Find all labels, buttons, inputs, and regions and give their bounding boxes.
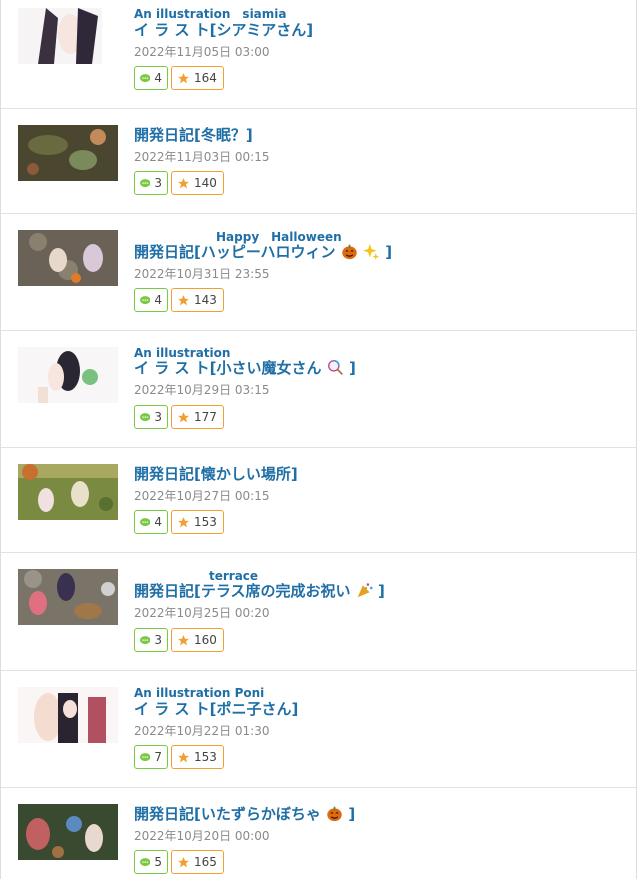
- favorite-count-badge[interactable]: 164: [171, 66, 224, 90]
- pumpkin-icon: [327, 806, 342, 822]
- post-date: 2022年10月22日 01:30: [134, 724, 270, 738]
- lollipop-icon: [327, 359, 343, 375]
- comment-count: 7: [154, 750, 162, 764]
- post-date: 2022年10月31日 23:55: [134, 267, 270, 281]
- comment-icon: [140, 295, 151, 304]
- comment-count-badge[interactable]: 3: [134, 405, 168, 429]
- pumpkin-icon: [342, 244, 357, 260]
- title-ruby: An illustration Poni: [134, 686, 265, 700]
- list-item: 開発日記[懐かしい場所] 2022年10月27日 00:15 4 153: [1, 448, 636, 553]
- post-title[interactable]: イ ラ ス ト[小さい魔女さん ]: [134, 359, 356, 377]
- favorite-count: 164: [194, 71, 217, 85]
- title-close-bracket[interactable]: ]: [385, 243, 392, 261]
- favorite-count: 140: [194, 176, 217, 190]
- favorite-count: 143: [194, 293, 217, 307]
- post-thumbnail[interactable]: [18, 230, 118, 286]
- comment-icon: [140, 178, 151, 187]
- comment-count: 4: [154, 515, 162, 529]
- list-item: 開発日記[冬眠？] 2022年11月03日 00:15 3 140: [1, 109, 636, 214]
- comment-count-badge[interactable]: 4: [134, 288, 168, 312]
- title-close-bracket[interactable]: ]: [349, 359, 356, 377]
- comment-count-badge[interactable]: 4: [134, 66, 168, 90]
- comment-count: 3: [154, 633, 162, 647]
- comment-count-badge[interactable]: 3: [134, 171, 168, 195]
- star-icon: [178, 294, 189, 305]
- post-title-link[interactable]: 開発日記[懐かしい場所]: [134, 465, 298, 483]
- favorite-count: 153: [194, 750, 217, 764]
- post-title-link[interactable]: 開発日記[テラス席の完成お祝い: [134, 582, 351, 600]
- post-thumbnail[interactable]: [18, 687, 118, 743]
- favorite-count-badge[interactable]: 153: [171, 510, 224, 534]
- comment-count-badge[interactable]: 4: [134, 510, 168, 534]
- post-title-link[interactable]: 開発日記[いたずらかぼちゃ: [134, 805, 321, 823]
- post-title[interactable]: 開発日記[ハッピーハロウィン ]: [134, 243, 392, 261]
- list-item: An illustration イ ラ ス ト[小さい魔女さん ] 2022年1…: [1, 331, 636, 448]
- post-title-link[interactable]: 開発日記[冬眠？]: [134, 126, 253, 144]
- post-title[interactable]: 開発日記[テラス席の完成お祝い ]: [134, 582, 385, 600]
- list-item: Happy Halloween 開発日記[ハッピーハロウィン ] 2022年10…: [1, 214, 636, 331]
- star-icon: [178, 856, 189, 867]
- star-icon: [178, 411, 189, 422]
- comment-icon: [140, 73, 151, 82]
- comment-count: 4: [154, 71, 162, 85]
- favorite-count: 177: [194, 410, 217, 424]
- post-date: 2022年10月27日 00:15: [134, 489, 270, 503]
- comment-count: 4: [154, 293, 162, 307]
- comment-icon: [140, 412, 151, 421]
- post-title-link[interactable]: イ ラ ス ト[ポニ子さん]: [134, 700, 298, 718]
- favorite-count: 160: [194, 633, 217, 647]
- comment-count-badge[interactable]: 3: [134, 628, 168, 652]
- comment-count: 3: [154, 176, 162, 190]
- post-title[interactable]: 開発日記[いたずらかぼちゃ ]: [134, 805, 355, 823]
- favorite-count-badge[interactable]: 160: [171, 628, 224, 652]
- star-icon: [178, 177, 189, 188]
- post-title-link[interactable]: イ ラ ス ト[シアミアさん]: [134, 21, 313, 39]
- party-popper-icon: [357, 583, 373, 598]
- post-thumbnail[interactable]: [18, 464, 118, 520]
- star-icon: [178, 72, 189, 83]
- post-thumbnail[interactable]: [18, 569, 118, 625]
- post-date: 2022年10月29日 03:15: [134, 383, 270, 397]
- comment-count: 3: [154, 410, 162, 424]
- favorite-count-badge[interactable]: 153: [171, 745, 224, 769]
- list-item: An illustration siamia イ ラ ス ト[シアミアさん] 2…: [1, 0, 636, 109]
- comment-icon: [140, 635, 151, 644]
- list-item: 開発日記[いたずらかぼちゃ ] 2022年10月20日 00:00 5 165: [1, 788, 636, 879]
- favorite-count: 165: [194, 855, 217, 869]
- comment-count: 5: [154, 855, 162, 869]
- sparkle-icon: [363, 243, 380, 260]
- post-list: An illustration siamia イ ラ ス ト[シアミアさん] 2…: [0, 0, 637, 879]
- comment-count-badge[interactable]: 5: [134, 850, 168, 874]
- comment-icon: [140, 857, 151, 866]
- list-item: An illustration Poni イ ラ ス ト[ポニ子さん] 2022…: [1, 671, 636, 788]
- favorite-count-badge[interactable]: 177: [171, 405, 224, 429]
- post-date: 2022年10月20日 00:00: [134, 829, 270, 843]
- star-icon: [178, 751, 189, 762]
- favorite-count-badge[interactable]: 165: [171, 850, 224, 874]
- favorite-count: 153: [194, 515, 217, 529]
- comment-count-badge[interactable]: 7: [134, 745, 168, 769]
- title-close-bracket[interactable]: ]: [348, 805, 355, 823]
- list-item: terrace 開発日記[テラス席の完成お祝い ] 2022年10月25日 00…: [1, 553, 636, 671]
- post-date: 2022年10月25日 00:20: [134, 606, 270, 620]
- favorite-count-badge[interactable]: 143: [171, 288, 224, 312]
- post-title-link[interactable]: イ ラ ス ト[小さい魔女さん: [134, 359, 322, 377]
- star-icon: [178, 516, 189, 527]
- title-ruby: An illustration siamia: [134, 7, 287, 21]
- favorite-count-badge[interactable]: 140: [171, 171, 224, 195]
- title-close-bracket[interactable]: ]: [378, 582, 385, 600]
- post-date: 2022年11月05日 03:00: [134, 45, 270, 59]
- comment-icon: [140, 752, 151, 761]
- star-icon: [178, 634, 189, 645]
- comment-icon: [140, 517, 151, 526]
- post-thumbnail[interactable]: [18, 804, 118, 860]
- post-thumbnail[interactable]: [18, 347, 118, 403]
- post-title-link[interactable]: 開発日記[ハッピーハロウィン: [134, 243, 336, 261]
- post-date: 2022年11月03日 00:15: [134, 150, 270, 164]
- post-thumbnail[interactable]: [18, 125, 118, 181]
- post-thumbnail[interactable]: [18, 8, 118, 64]
